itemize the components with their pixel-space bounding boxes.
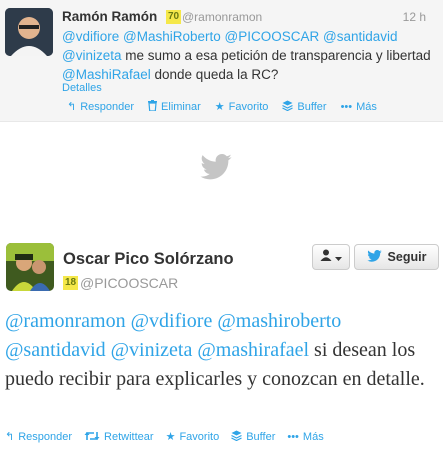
mention-link[interactable]: @mashirafael [197,339,309,361]
reply-actions: ↰ Responder Eliminar ★ Favorito Buffer •… [67,100,391,114]
star-icon: ★ [165,430,176,443]
mention-link[interactable]: @MashiRoberto [123,29,221,44]
reply-text-part: donde queda la RC? [154,67,279,82]
mention-link[interactable]: @MashiRafael [62,67,151,82]
main-avatar[interactable] [6,243,54,291]
delete-button[interactable]: Eliminar [148,100,201,114]
user-actions-dropdown[interactable] [312,244,350,270]
star-icon: ★ [214,100,225,113]
buffer-icon [282,100,294,114]
main-author-handle[interactable]: @PICOOSCAR [80,275,178,291]
twitter-bird-icon [200,154,232,180]
follow-label: Seguir [387,250,427,264]
mention-link[interactable]: @PICOOSCAR [225,29,320,44]
mention-link[interactable]: @ramonramon [5,310,126,332]
reply-button[interactable]: ↰ Responder [5,430,72,444]
retweet-button[interactable]: Retwittear [84,430,154,444]
buffer-button[interactable]: Buffer [231,430,275,444]
mention-link[interactable]: @vdifiore [131,310,213,332]
mention-link[interactable]: @vinizeta [62,48,121,63]
main-tweet-actions: ↰ Responder Retwittear ★ Favorito Buffer… [5,430,336,444]
reply-klout-badge: 70 [166,10,182,24]
favorite-button[interactable]: ★ Favorito [166,430,220,444]
reply-author-handle[interactable]: @ramonramon [182,10,262,24]
mention-link[interactable]: @vinizeta [111,339,193,361]
buffer-icon [231,430,242,444]
favorite-button[interactable]: ★ Favorito [215,100,269,114]
mention-link[interactable]: @mashiroberto [217,310,341,332]
reply-tweet-text: @vdifiore @MashiRoberto @PICOOSCAR @sant… [62,27,432,84]
mention-link[interactable]: @santidavid [323,29,398,44]
main-tweet-text: @ramonramon @vdifiore @mashiroberto @san… [5,307,437,394]
reply-timestamp[interactable]: 12 h [403,10,426,24]
user-icon [320,248,332,266]
details-link[interactable]: Detalles [62,82,102,94]
more-dots-icon: ••• [340,100,353,113]
main-klout-badge: 18 [63,276,79,290]
reply-tweet: Ramón Ramón 70 @ramonramon 12 h @vdifior… [0,0,443,122]
buffer-button[interactable]: Buffer [282,100,327,114]
retweet-icon [84,431,100,444]
reply-arrow-icon: ↰ [5,430,15,443]
mention-link[interactable]: @santidavid [5,339,106,361]
more-button[interactable]: ••• Más [287,430,323,444]
reply-arrow-icon: ↰ [67,100,77,113]
mention-link[interactable]: @vdifiore [62,29,119,44]
reply-text-part: me sumo a esa petición de transparencia … [125,48,431,63]
twitter-bird-small-icon [366,249,382,265]
reply-avatar[interactable] [5,8,53,56]
more-button[interactable]: ••• Más [341,100,377,114]
trash-icon [148,100,158,114]
more-dots-icon: ••• [287,430,299,443]
caret-down-icon [335,248,342,266]
main-author-name[interactable]: Oscar Pico Solórzano [63,250,234,269]
follow-button[interactable]: Seguir [354,244,439,270]
reply-button[interactable]: ↰ Responder [67,100,134,114]
reply-author-name[interactable]: Ramón Ramón [62,9,157,24]
